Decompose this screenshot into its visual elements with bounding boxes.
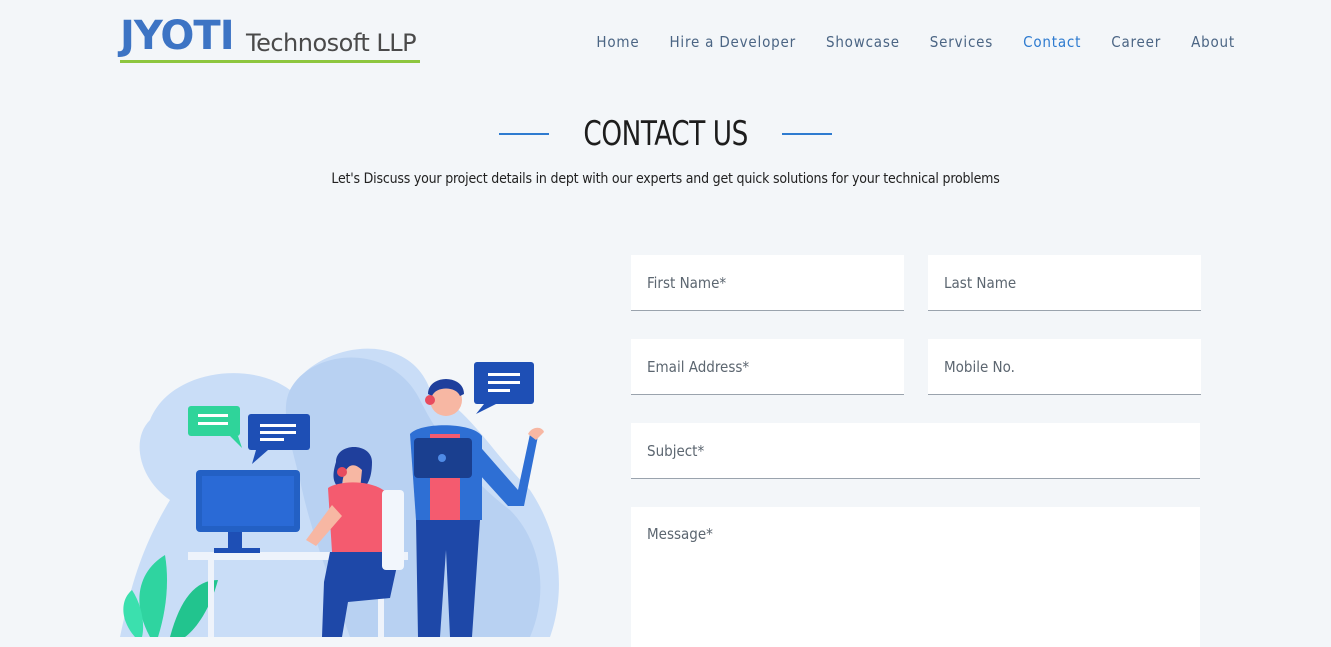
email-field[interactable]	[631, 339, 904, 395]
first-name-field[interactable]	[631, 255, 904, 311]
logo-underline	[120, 60, 420, 63]
message-field[interactable]	[631, 507, 1200, 647]
nav-services[interactable]: Services	[930, 32, 993, 52]
last-name-field[interactable]	[928, 255, 1201, 311]
main-nav: Home Hire a Developer Showcase Services …	[566, 32, 1235, 52]
logo[interactable]: JYOTI Technosoft LLP	[120, 14, 422, 66]
page-subtitle: Let's Discuss your project details in de…	[331, 171, 1000, 187]
nav-hire-developer[interactable]: Hire a Developer	[669, 32, 795, 52]
nav-home[interactable]: Home	[596, 32, 639, 52]
nav-contact[interactable]: Contact	[1023, 32, 1081, 52]
page-title: CONTACT US	[583, 114, 748, 154]
contact-illustration	[120, 348, 559, 637]
nav-career[interactable]: Career	[1111, 32, 1161, 52]
nav-showcase[interactable]: Showcase	[826, 32, 900, 52]
logo-main-text: JYOTI	[120, 13, 235, 59]
page-title-block: CONTACT US	[0, 112, 1331, 156]
title-line-right	[781, 133, 832, 135]
nav-about[interactable]: About	[1191, 32, 1235, 52]
subject-field[interactable]	[631, 423, 1200, 479]
title-line-left	[499, 133, 550, 135]
mobile-field[interactable]	[928, 339, 1201, 395]
logo-sub-text: Technosoft LLP	[246, 29, 417, 57]
